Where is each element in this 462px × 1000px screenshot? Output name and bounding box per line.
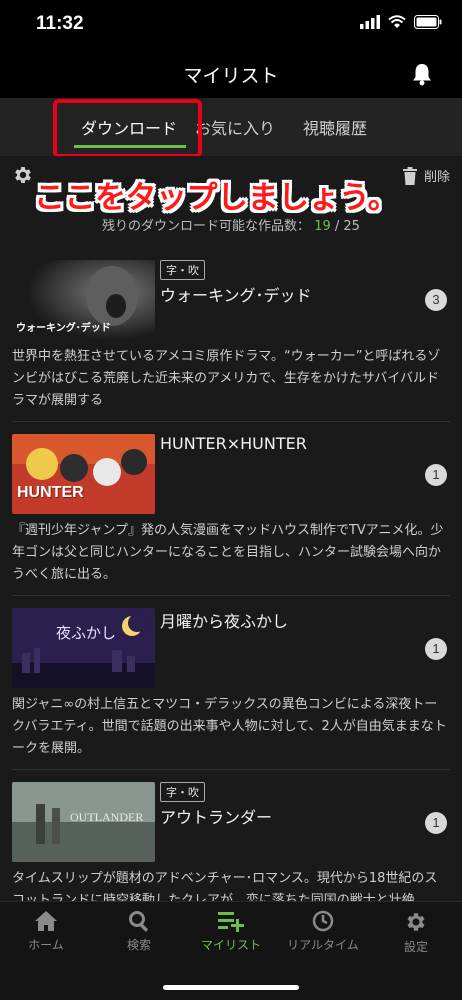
remaining-count: 19 (314, 219, 331, 234)
clock-icon (312, 910, 334, 932)
tab-history[interactable]: 視聴履歴 (303, 115, 367, 139)
item-description: 世界中を熱狂させているアメコミ原作ドラマ。“ウォーカー”と呼ばれるゾンビがはびこ… (12, 349, 441, 408)
page-title: マイリスト (183, 65, 279, 87)
nav-mylist[interactable]: マイリスト (185, 910, 277, 953)
delete-label: 削除 (423, 170, 450, 185)
status-bar: 11:32 (0, 0, 462, 50)
nav-realtime[interactable]: リアルタイム (277, 910, 369, 953)
app-header: マイリスト (0, 50, 462, 98)
item-description: 『週刊少年ジャンプ』発の人気漫画をマッドハウス制作でTVアニメ化。少年ゴンは父と… (12, 523, 444, 582)
thumbnail: HUNTER (12, 434, 155, 514)
remaining-prefix: 残りのダウンロード可能な作品数： (102, 219, 311, 234)
item-title: HUNTER×HUNTER (160, 434, 307, 453)
item-description: 関ジャニ∞の村上信五とマツコ・デラックスの異色コンビによる深夜トークバラエティ。… (12, 697, 447, 756)
subtitle-badge: 字・吹 (160, 260, 205, 280)
list-item[interactable]: HUNTER HUNTER×HUNTER 1 『週刊少年ジャンプ』発の人気漫画を… (12, 422, 450, 596)
list-item[interactable]: 夜ふかし 月曜から夜ふかし 1 関ジャニ∞の村上信五とマツコ・デラックスの異色コ… (12, 596, 450, 770)
thumbnail: OUTLANDER (12, 782, 155, 862)
thumbnail: ウォーキング･デッド (12, 260, 155, 340)
nav-mylist-label: マイリスト (200, 938, 261, 952)
thumb-title: 夜ふかし (56, 624, 117, 642)
mylist-icon (218, 912, 244, 932)
item-title: 月曜から夜ふかし (160, 612, 289, 631)
callout-annotation: ここをタップしましょう。 (34, 180, 399, 216)
wifi-icon (388, 15, 406, 28)
trash-icon (402, 166, 417, 185)
thumb-title: HUNTER (17, 484, 84, 501)
episode-count-badge[interactable]: 1 (425, 812, 447, 834)
delete-button[interactable]: 削除 (402, 166, 450, 185)
nav-home-label: ホーム (28, 938, 64, 952)
thumbnail: 夜ふかし (12, 608, 155, 688)
nav-settings-label: 設定 (403, 940, 428, 954)
home-icon (35, 911, 57, 931)
list-item[interactable]: ウォーキング･デッド 字・吹 ウォーキング･デッド 3 世界中を熱狂させているア… (12, 248, 450, 422)
nav-home[interactable]: ホーム (0, 910, 92, 953)
search-icon (129, 911, 149, 932)
signal-icon (360, 15, 380, 29)
home-indicator (163, 985, 299, 990)
episode-count-badge[interactable]: 1 (425, 638, 447, 660)
status-time: 11:32 (36, 13, 84, 34)
highlight-box (53, 99, 202, 158)
settings-gear-icon[interactable] (12, 164, 34, 186)
thumb-title: ウォーキング･デッド (16, 323, 111, 334)
download-list: ウォーキング･デッド 字・吹 ウォーキング･デッド 3 世界中を熱狂させているア… (0, 248, 462, 944)
episode-count-badge[interactable]: 1 (425, 464, 447, 486)
episode-count-badge[interactable]: 3 (425, 289, 447, 311)
thumb-title: OUTLANDER (70, 810, 144, 824)
nav-search-label: 検索 (126, 938, 151, 952)
tab-favorites[interactable]: お気に入り (195, 115, 275, 139)
remaining-total: / 25 (334, 219, 360, 234)
item-title: ウォーキング･デッド (160, 286, 312, 305)
nav-realtime-label: リアルタイム (287, 938, 359, 952)
bell-icon[interactable] (412, 62, 432, 86)
item-title: アウトランダー (160, 808, 273, 827)
nav-search[interactable]: 検索 (93, 910, 185, 953)
subtitle-badge: 字・吹 (160, 782, 205, 802)
status-icons (360, 15, 442, 29)
nav-settings[interactable]: 設定 (370, 910, 462, 955)
gear-icon (407, 913, 425, 931)
battery-icon (414, 15, 442, 29)
remaining-downloads: 残りのダウンロード可能な作品数： 19 / 25 (0, 215, 462, 234)
